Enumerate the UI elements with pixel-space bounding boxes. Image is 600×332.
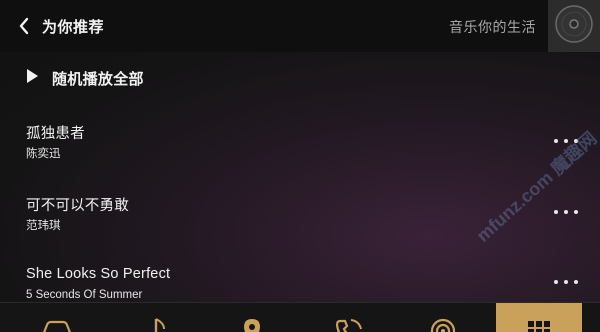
song-title: 可不可以不勇敢 xyxy=(26,198,129,214)
disc-icon xyxy=(554,4,594,49)
shuffle-label: 随机播放全部 xyxy=(52,70,144,88)
apps-grid-icon xyxy=(524,303,554,332)
song-title: She Looks So Perfect xyxy=(26,266,171,282)
more-dots-icon xyxy=(574,210,578,214)
nav-phone-button[interactable] xyxy=(306,303,392,332)
song-more-button[interactable] xyxy=(554,272,578,292)
song-list-item[interactable]: 孤独患者 陈奕迅 xyxy=(0,122,600,172)
song-artist: 范玮琪 xyxy=(26,220,61,232)
song-more-button[interactable] xyxy=(554,202,578,222)
song-artist: 5 Seconds Of Summer xyxy=(26,289,143,301)
more-dots-icon xyxy=(574,280,578,284)
more-dots-icon xyxy=(554,280,558,284)
car-icon xyxy=(39,303,75,332)
nav-apps-button[interactable] xyxy=(496,303,582,332)
chevron-left-icon xyxy=(18,17,30,35)
song-title: 孤独患者 xyxy=(26,126,85,142)
song-artist: 陈奕迅 xyxy=(26,148,61,160)
play-icon xyxy=(26,68,39,89)
more-dots-icon xyxy=(554,139,558,143)
phone-icon xyxy=(334,303,364,332)
nav-radio-button[interactable] xyxy=(400,303,486,332)
page-title: 为你推荐 xyxy=(42,18,105,36)
radio-icon xyxy=(428,303,458,332)
now-playing-disc-button[interactable] xyxy=(548,0,600,52)
more-dots-icon xyxy=(554,210,558,214)
location-pin-icon xyxy=(237,303,267,332)
nav-car-button[interactable] xyxy=(14,303,100,332)
bottom-navigation-bar xyxy=(0,302,600,332)
more-dots-icon xyxy=(564,210,568,214)
header-bar: 为你推荐 音乐你的生活 xyxy=(0,0,600,52)
nav-navigation-button[interactable] xyxy=(209,303,295,332)
nav-music-button[interactable] xyxy=(112,303,198,332)
music-app-screen: 为你推荐 音乐你的生活 随机播放全部 孤独患者 陈奕迅 可不可以不勇敢 范玮琪 … xyxy=(0,0,600,332)
header-slogan: 音乐你的生活 xyxy=(449,19,536,35)
back-button[interactable]: 为你推荐 xyxy=(18,10,104,42)
music-note-icon xyxy=(140,303,170,332)
more-dots-icon xyxy=(564,280,568,284)
shuffle-play-all-button[interactable]: 随机播放全部 xyxy=(26,66,144,90)
